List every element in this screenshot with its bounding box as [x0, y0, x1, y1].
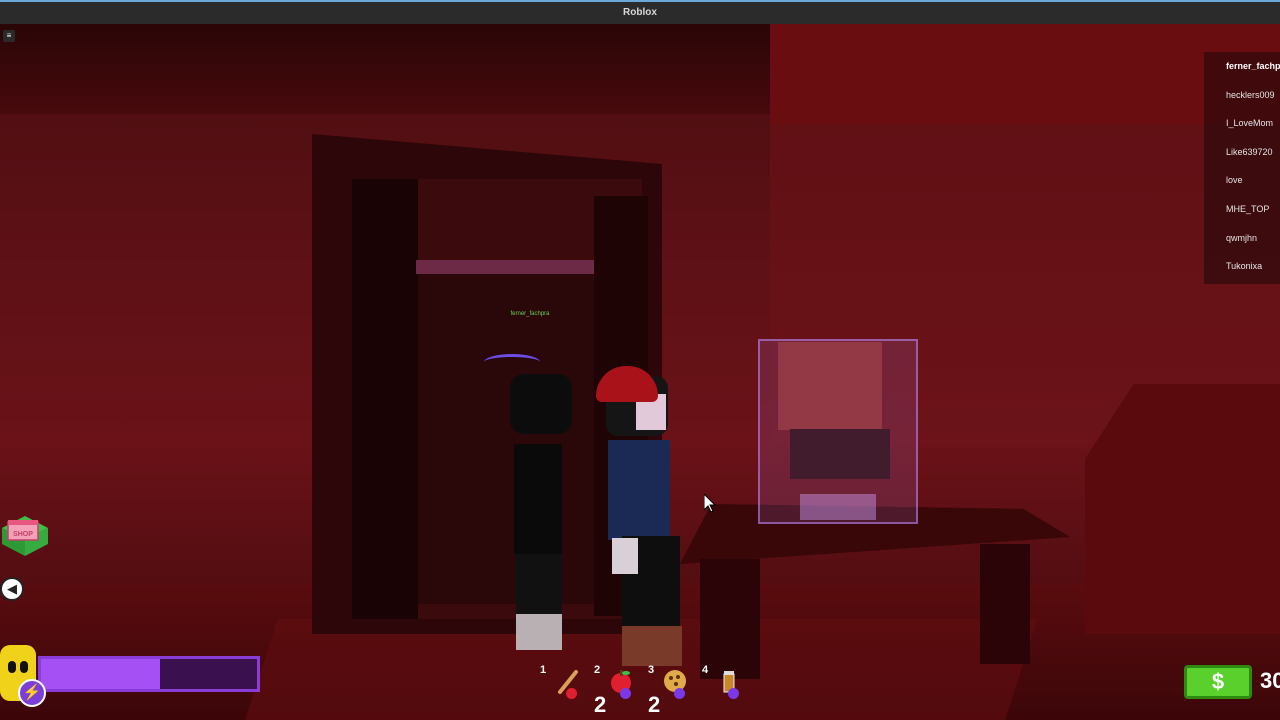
lightning-icon: ⚡ [18, 679, 46, 707]
character-hand [612, 538, 638, 574]
slot-number: 4 [702, 664, 709, 676]
character-halo [484, 354, 540, 370]
table-leg [980, 544, 1030, 664]
hotbar-slot-1[interactable]: 1 [536, 662, 588, 720]
table-leg [700, 559, 760, 679]
shop-label: SHOP [13, 531, 33, 538]
window-title: Roblox [623, 7, 657, 18]
money-icon: $ [1184, 665, 1252, 699]
player-list-item[interactable]: qwmjhn [1204, 224, 1280, 253]
player-list-item[interactable]: Like639720 [1204, 138, 1280, 167]
character-body [608, 440, 670, 540]
player-character-black[interactable] [498, 374, 578, 654]
player-list-item[interactable]: ferner_fachpra [1204, 52, 1280, 81]
speaker-icon: ◀ [7, 581, 17, 596]
sofa [1085, 384, 1280, 634]
money-amount: 30 [1260, 668, 1280, 693]
character-nametag: ferner_fachpra [510, 311, 550, 317]
shop-icon: SHOP [2, 516, 48, 556]
hotbar: 1 2 2 3 2 4 [536, 662, 750, 720]
player-list-item[interactable]: hecklers009 [1204, 81, 1280, 110]
slot-count: 2 [594, 692, 607, 717]
slot-indicator-dot [620, 688, 631, 699]
slot-number: 1 [540, 664, 547, 676]
character-body [514, 444, 562, 554]
shop-button[interactable]: SHOP [0, 512, 50, 558]
slot-number: 2 [594, 664, 601, 676]
slot-indicator-dot [566, 688, 577, 699]
player-list-item[interactable]: MHE_TOP [1204, 195, 1280, 224]
slot-count: 2 [648, 692, 661, 717]
slot-number: 3 [648, 664, 655, 676]
character-hat [596, 366, 658, 402]
player-list-item[interactable]: I_LoveMom [1204, 109, 1280, 138]
slot-indicator-dot [728, 688, 739, 699]
hotbar-slot-3[interactable]: 3 2 [644, 662, 696, 720]
game-viewport[interactable]: ferner_fachpra [0, 24, 1280, 720]
hotbar-slot-4[interactable]: 4 [698, 662, 750, 720]
character-shoes [622, 626, 682, 666]
doorway-left-post [352, 179, 418, 619]
chat-icon[interactable]: ≡ [3, 30, 15, 42]
energy-bar-fill [41, 659, 160, 689]
dollar-sign: $ [1211, 669, 1225, 694]
character-head [510, 374, 572, 434]
player-character-red-hat[interactable] [596, 366, 686, 666]
lamp-selection-box[interactable] [758, 339, 918, 524]
sound-toggle-button[interactable]: ◀ [0, 577, 24, 601]
hotbar-slot-2[interactable]: 2 2 [590, 662, 642, 720]
face-eye [20, 661, 28, 673]
face-eye [8, 661, 16, 673]
window-titlebar: Roblox [0, 0, 1280, 24]
energy-bar [38, 656, 260, 692]
player-list-item[interactable]: Tukonixa [1204, 252, 1280, 281]
player-list: ferner_fachpra hecklers009 I_LoveMom Lik… [1204, 52, 1280, 284]
doorway-beam [416, 260, 594, 274]
slot-indicator-dot [674, 688, 685, 699]
player-list-item[interactable]: love [1204, 166, 1280, 195]
character-shoes [516, 614, 562, 650]
mouse-cursor-icon [704, 494, 716, 512]
